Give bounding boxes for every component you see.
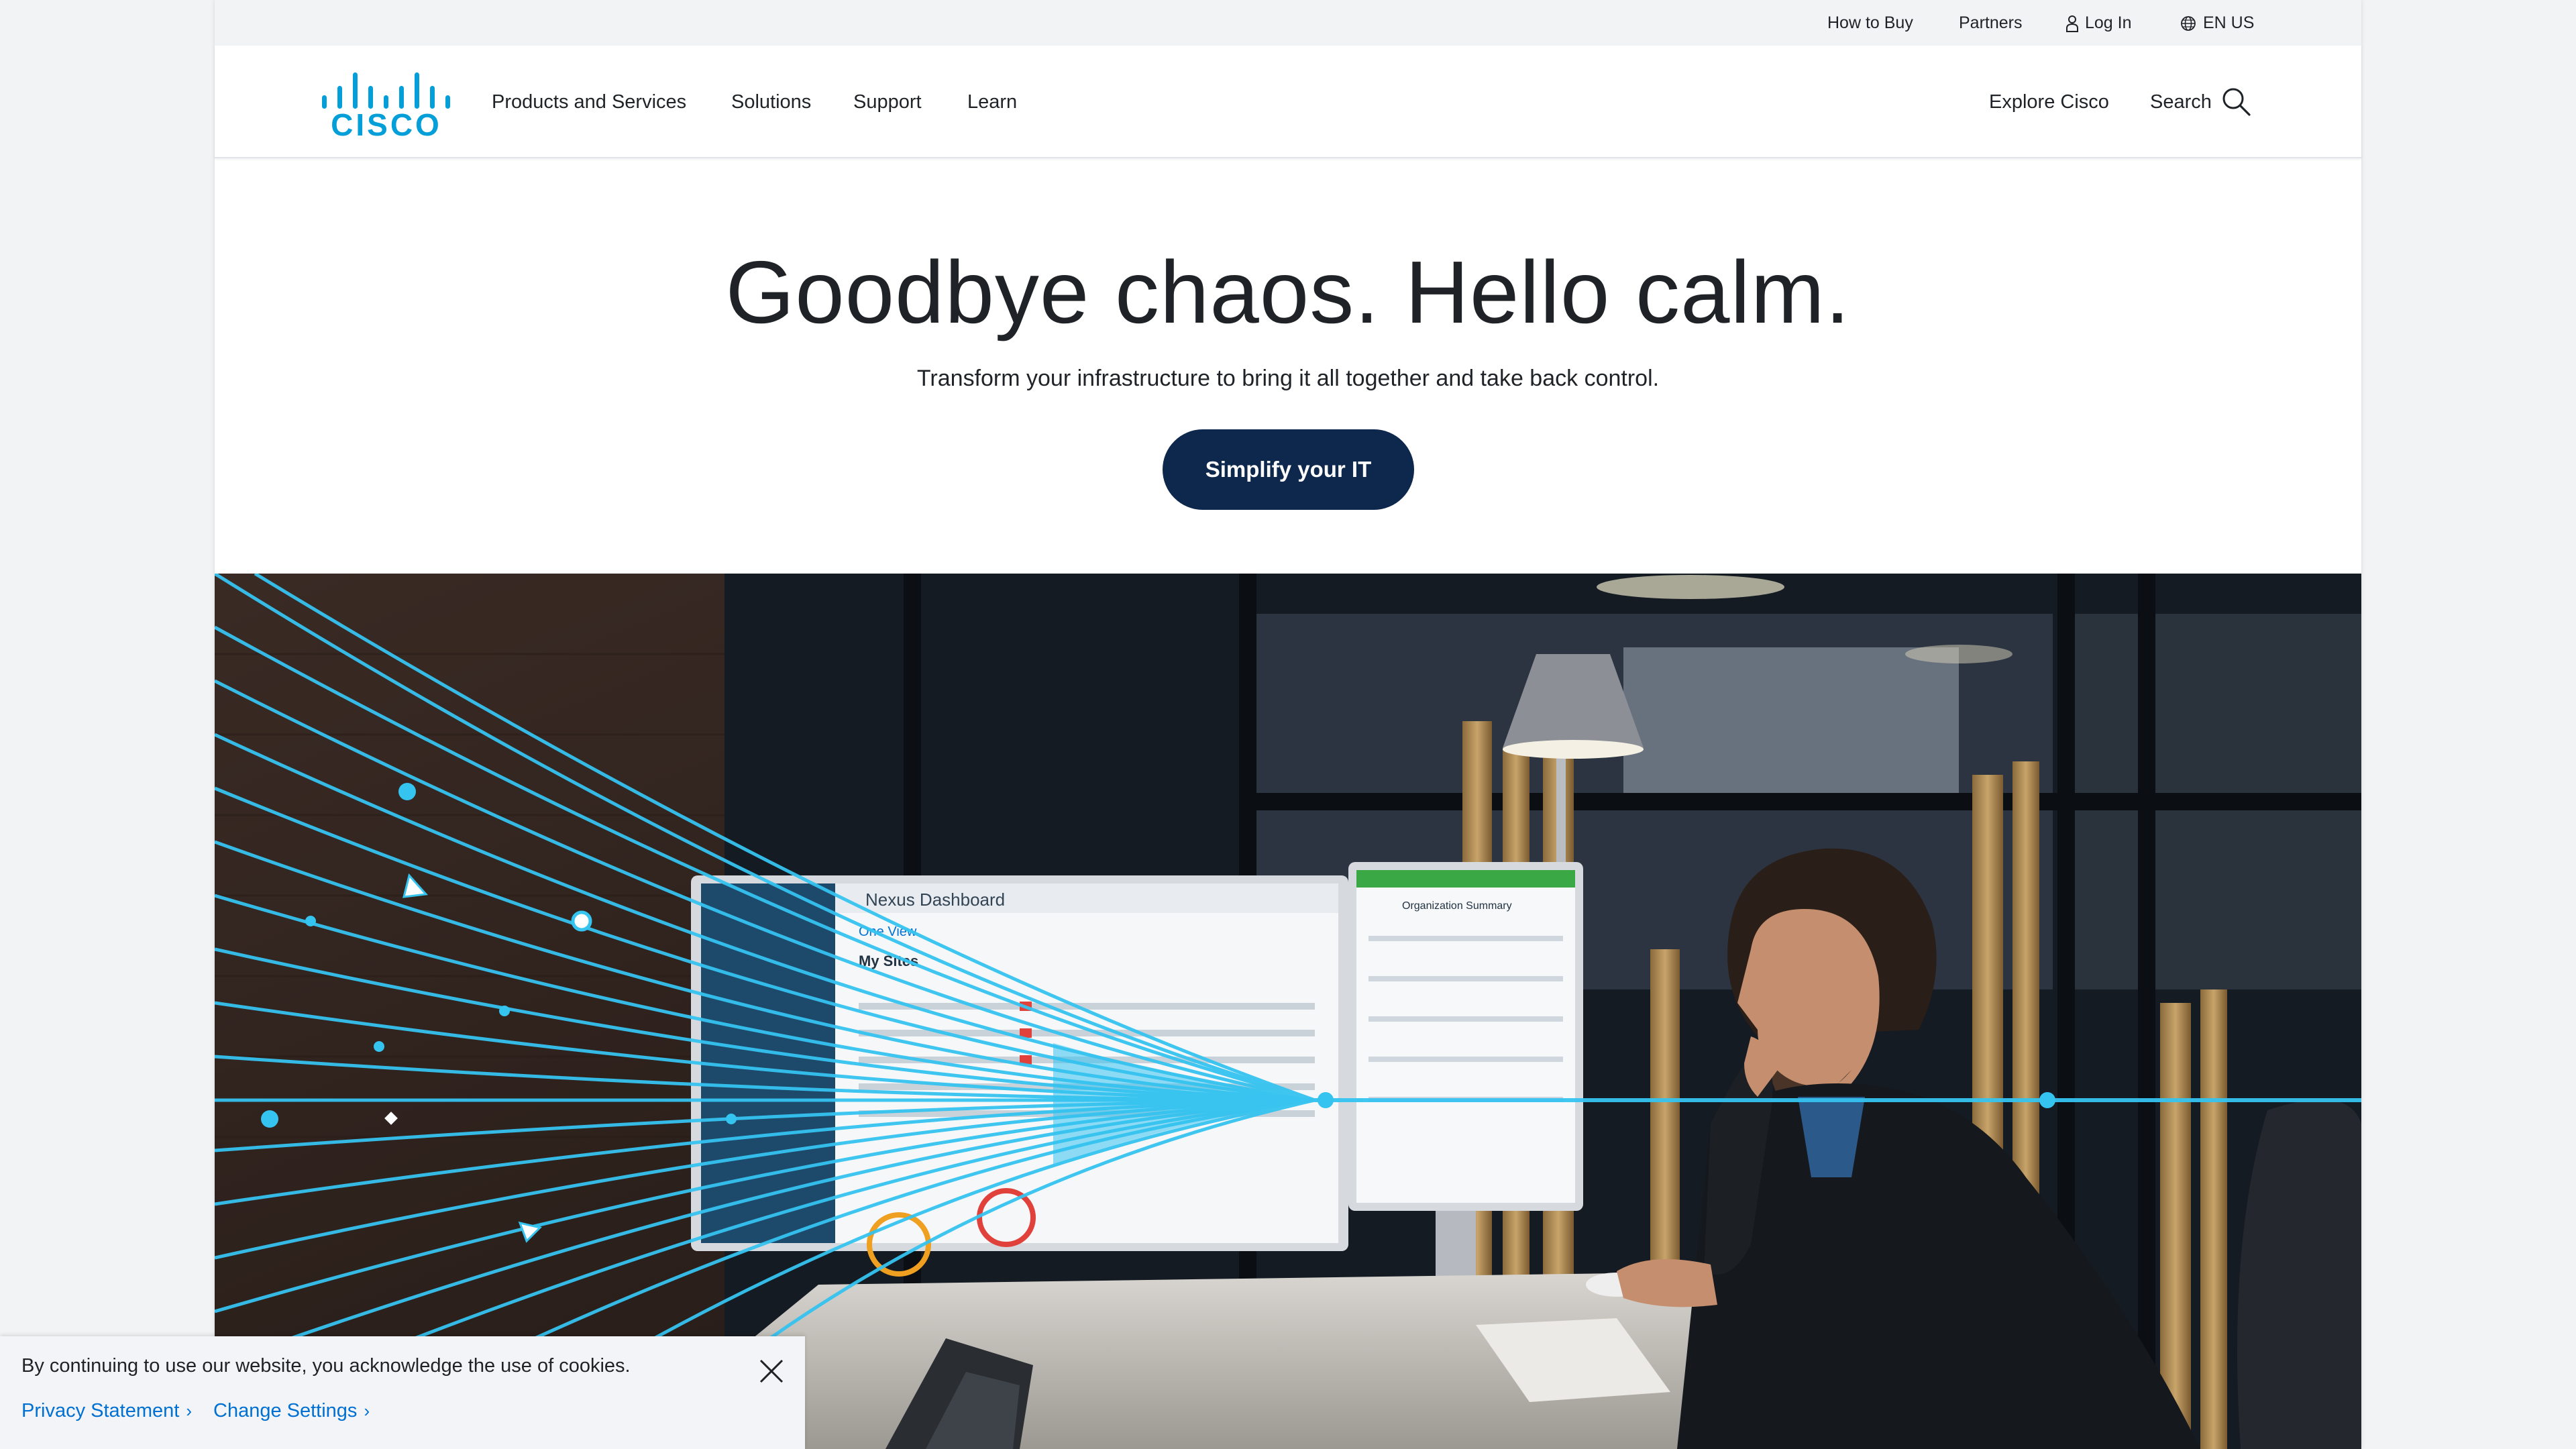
user-icon [2066,15,2078,33]
search-icon[interactable] [2220,86,2251,117]
language-label: EN US [2203,13,2255,32]
log-in-label: Log In [2085,13,2132,32]
nav-solutions[interactable]: Solutions [731,46,811,158]
hero-subtitle: Transform your infrastructure to bring i… [916,366,1660,391]
language-selector[interactable]: EN US [2180,0,2254,46]
simplify-your-it-button[interactable]: Simplify your IT [1163,429,1414,510]
utility-bar: How to Buy Partners Log In EN US [215,0,2361,46]
chevron-right-icon: › [186,1401,192,1421]
hero-image: Nexus Dashboard One View My Sites Organi… [215,574,2361,1449]
logo-text: CISCO [331,107,442,137]
partners-link[interactable]: Partners [1959,0,2022,46]
cisco-logo[interactable]: CISCO [321,66,452,137]
search-label[interactable]: Search [2150,46,2212,158]
hero-title: Goodbye chaos. Hello calm. [725,243,1851,341]
office-scene-illustration: Nexus Dashboard One View My Sites Organi… [215,574,2361,1449]
cookie-banner: By continuing to use our website, you ac… [0,1336,805,1449]
left-monitor-title: Nexus Dashboard [865,890,1005,910]
globe-icon [2181,16,2196,32]
log-in-link[interactable]: Log In [2066,0,2132,46]
cookie-message: By continuing to use our website, you ac… [21,1355,631,1377]
right-monitor-title: Organization Summary [1402,900,1512,912]
close-icon[interactable] [758,1358,785,1385]
main-header: CISCO Products and Services Solutions Su… [215,46,2361,158]
nav-products-and-services[interactable]: Products and Services [492,46,686,158]
nav-support[interactable]: Support [853,46,922,158]
nav-learn[interactable]: Learn [967,46,1017,158]
change-settings-link[interactable]: Change Settings › [213,1400,370,1422]
privacy-statement-link[interactable]: Privacy Statement › [21,1400,192,1422]
page-container: How to Buy Partners Log In EN US CISCO P… [215,0,2361,1449]
chevron-right-icon: › [364,1401,370,1421]
how-to-buy-link[interactable]: How to Buy [1827,0,1913,46]
explore-cisco-link[interactable]: Explore Cisco [1989,46,2109,158]
privacy-statement-label: Privacy Statement [21,1400,180,1421]
change-settings-label: Change Settings [213,1400,358,1421]
